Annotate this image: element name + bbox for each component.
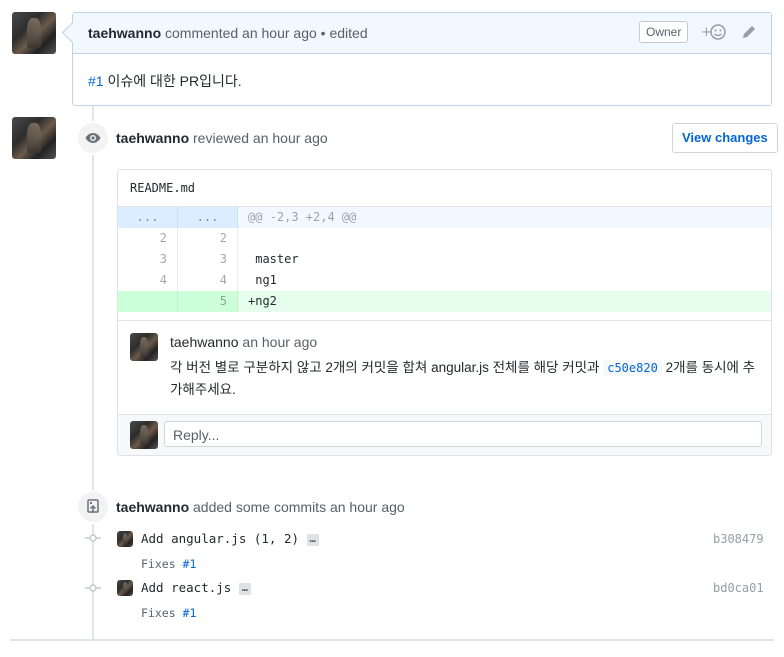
reply-input[interactable]: Reply...: [164, 421, 762, 447]
review-thread: README.md ... ... @@ -2,3 +2,4 @@ 2 2 3 …: [117, 169, 772, 456]
inline-comment-body: 각 버전 별로 구분하지 않고 2개의 커밋을 합쳐 angular.js 전체…: [170, 357, 766, 400]
old-line-number[interactable]: 4: [118, 270, 178, 291]
expand-commit-button[interactable]: …: [306, 533, 319, 546]
diff-row: 2 2: [118, 228, 771, 249]
diff-table: ... ... @@ -2,3 +2,4 @@ 2 2 3 3 master 4…: [118, 207, 771, 312]
commit-sha-link[interactable]: bd0ca01: [713, 581, 764, 595]
diff-row: 4 4 ng1: [118, 270, 771, 291]
diff-line-code: +ng2: [237, 291, 771, 312]
avatar[interactable]: [130, 333, 158, 361]
issue-reference-link[interactable]: #1: [88, 73, 104, 89]
avatar[interactable]: [130, 421, 158, 449]
comment-body: #1 이슈에 대한 PR입니다.: [88, 71, 242, 91]
commits-event-text: added some commits an hour ago: [193, 499, 405, 515]
comment-separator: •: [320, 25, 326, 41]
commit-description: Fixes: [141, 606, 183, 620]
commit-node-icon: [85, 532, 101, 547]
review-timestamp[interactable]: reviewed an hour ago: [193, 130, 328, 146]
expand-down-button[interactable]: ...: [177, 207, 238, 228]
review-author-link[interactable]: taehwanno: [116, 130, 189, 146]
old-line-number[interactable]: [118, 291, 178, 312]
view-changes-button[interactable]: View changes: [672, 123, 778, 153]
hunk-header: @@ -2,3 +2,4 @@: [237, 207, 771, 228]
inline-comment-timestamp[interactable]: an hour ago: [242, 334, 317, 350]
old-line-number[interactable]: 3: [118, 249, 178, 270]
avatar[interactable]: [12, 12, 56, 54]
commit-description: Fixes: [141, 557, 183, 571]
expand-up-button[interactable]: ...: [118, 207, 178, 228]
commit-message-link[interactable]: Add angular.js (1, 2): [141, 531, 299, 546]
inline-review-comment: taehwanno an hour ago 각 버전 별로 구분하지 않고 2개…: [118, 320, 771, 415]
commit-node-icon: [85, 581, 101, 599]
eye-icon: [76, 121, 110, 155]
timeline-line: [92, 105, 94, 640]
add-reaction-icon[interactable]: +: [701, 23, 727, 45]
diff-line-code: ng1: [248, 273, 277, 287]
comment-box: taehwanno commented an hour ago • edited…: [61, 12, 772, 106]
repo-push-icon: [76, 490, 110, 524]
diff-row: 3 3 master: [118, 249, 771, 270]
commits-author-link[interactable]: taehwanno: [116, 499, 189, 515]
commit-sha-link[interactable]: b308479: [713, 532, 764, 546]
new-line-number[interactable]: 4: [177, 270, 238, 291]
comment-author-link[interactable]: taehwanno: [88, 25, 161, 41]
inline-comment-text-line2: 가해주세요.: [170, 382, 236, 397]
commit-message-link[interactable]: Add react.js: [141, 580, 231, 595]
expand-commit-button[interactable]: …: [238, 582, 251, 595]
old-line-number[interactable]: 2: [118, 228, 178, 249]
avatar[interactable]: [12, 117, 56, 159]
commit-sha-link[interactable]: c50e820: [603, 360, 662, 376]
inline-comment-text: 각 버전 별로 구분하지 않고 2개의 커밋을 합쳐 angular.js 전체…: [170, 360, 604, 375]
inline-comment-text: 2개를 동시에 추: [661, 360, 756, 375]
comment-timestamp[interactable]: commented an hour ago: [165, 25, 317, 41]
comment-caret: [61, 21, 84, 44]
edit-pencil-icon[interactable]: [741, 24, 757, 44]
avatar[interactable]: [117, 580, 133, 596]
comment-body-text: 이슈에 대한 PR입니다.: [103, 73, 242, 89]
reply-area: Reply...: [118, 414, 771, 455]
inline-comment-author-link[interactable]: taehwanno: [170, 334, 239, 350]
issue-reference-link[interactable]: #1: [183, 557, 197, 571]
new-line-number[interactable]: 5: [177, 291, 238, 312]
diff-row-added: 5 +ng2: [118, 291, 771, 312]
file-name[interactable]: README.md: [118, 170, 771, 207]
new-line-number[interactable]: 2: [177, 228, 238, 249]
hunk-row: ... ... @@ -2,3 +2,4 @@: [118, 207, 771, 228]
diff-line-code: [238, 228, 772, 249]
comment-header: taehwanno commented an hour ago • edited…: [61, 13, 771, 54]
avatar[interactable]: [117, 531, 133, 547]
timeline-divider: [10, 639, 774, 641]
issue-reference-link[interactable]: #1: [183, 606, 197, 620]
new-line-number[interactable]: 3: [177, 249, 238, 270]
owner-badge: Owner: [639, 21, 689, 43]
comment-edited-indicator[interactable]: edited: [329, 25, 367, 41]
diff-line-code: master: [248, 252, 299, 266]
